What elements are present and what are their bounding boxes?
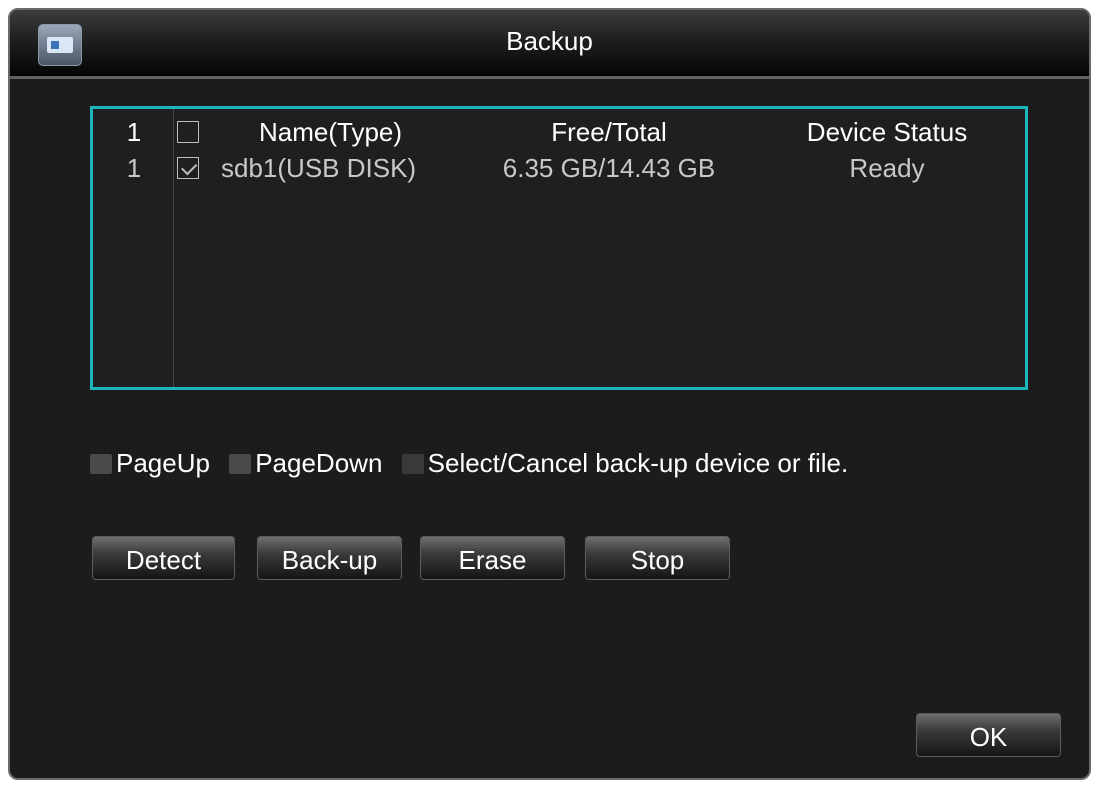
hint-page-up: PageUp: [90, 448, 210, 479]
select-all-checkbox[interactable]: [177, 121, 199, 143]
hint-page-down: PageDown: [229, 448, 382, 479]
table-header: 1 Name(Type) Free/Total Device Status: [93, 117, 1025, 151]
row-device-name: sdb1(USB DISK): [221, 153, 417, 183]
check-icon: [181, 159, 198, 176]
title-bar: Backup: [10, 10, 1089, 79]
page-up-icon: [90, 454, 112, 474]
fn-key-icon: [401, 454, 424, 474]
erase-button[interactable]: Erase: [420, 536, 565, 580]
key-hints: PageUp PageDown Select/Cancel back-up de…: [90, 448, 860, 488]
hint-page-down-label: PageDown: [255, 448, 383, 478]
row-free-total: 6.35 GB/14.43 GB: [502, 153, 716, 183]
window-title: Backup: [506, 26, 593, 56]
device-table: 1 Name(Type) Free/Total Device Status 1 …: [90, 106, 1028, 390]
header-device-status: Device Status: [806, 117, 968, 147]
row-device-status: Ready: [849, 153, 925, 183]
header-free-total: Free/Total: [551, 117, 667, 147]
backup-window: Backup 1 Name(Type) Free/Total Device St…: [8, 8, 1091, 780]
hint-page-up-label: PageUp: [116, 448, 210, 478]
page-down-icon: [229, 454, 252, 474]
stop-button[interactable]: Stop: [585, 536, 730, 580]
table-row[interactable]: 1 sdb1(USB DISK) 6.35 GB/14.43 GB Ready: [93, 153, 1025, 187]
row-index: 1: [126, 153, 142, 183]
backup-button[interactable]: Back-up: [257, 536, 402, 580]
header-name: Name(Type): [259, 117, 403, 147]
detect-button[interactable]: Detect: [92, 536, 235, 580]
ok-button[interactable]: OK: [916, 713, 1061, 757]
header-index: 1: [126, 117, 142, 147]
hint-select: Select/Cancel back-up device or file.: [401, 448, 849, 479]
hint-select-label: Select/Cancel back-up device or file.: [427, 448, 849, 478]
row-checkbox[interactable]: [177, 157, 199, 179]
